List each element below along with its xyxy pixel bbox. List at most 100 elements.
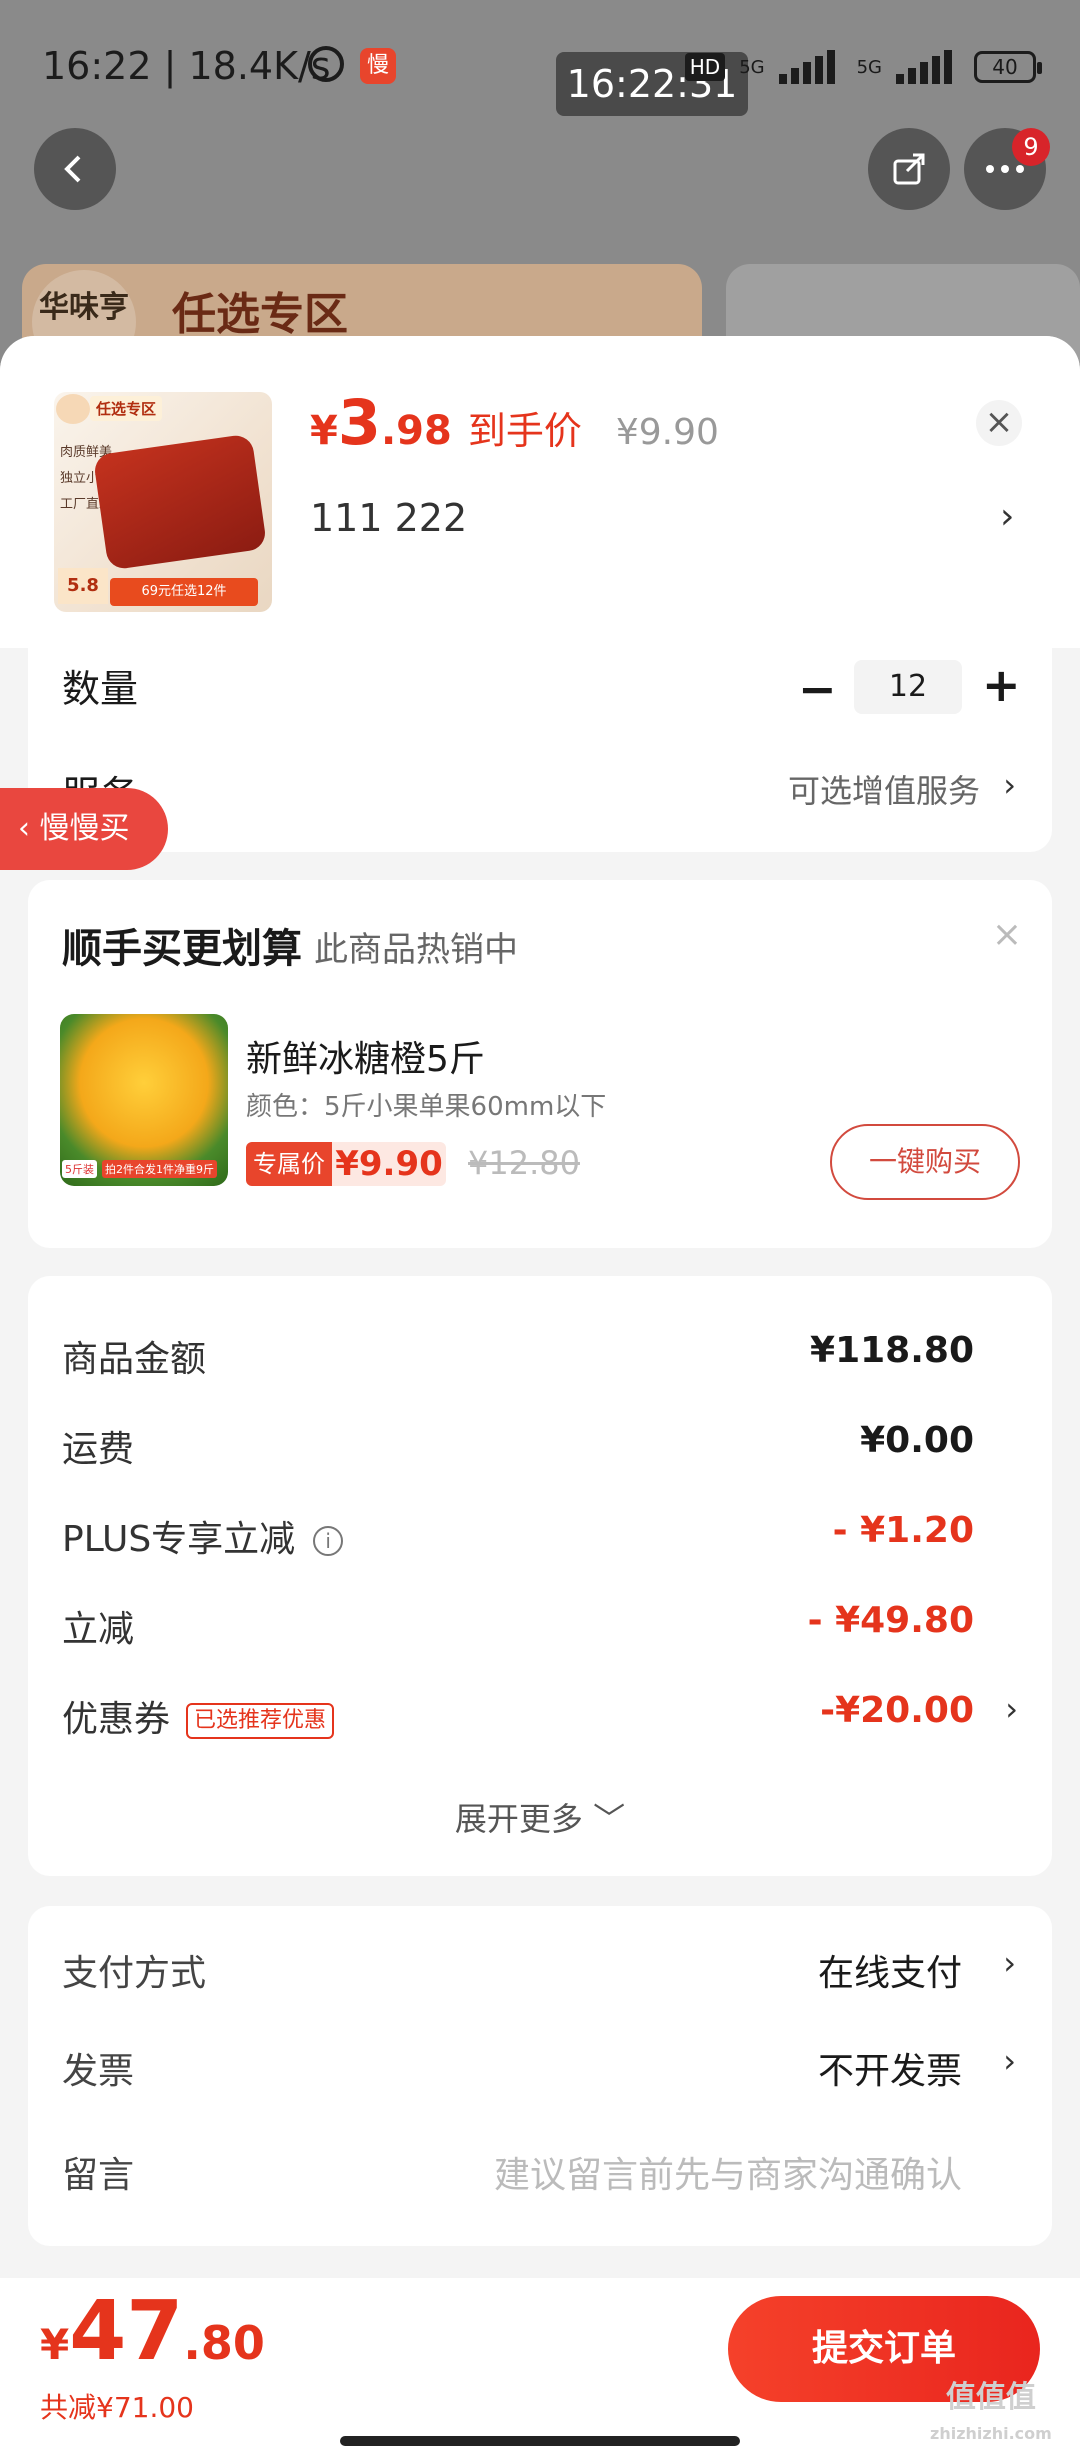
signal-icon [778,50,843,84]
close-icon[interactable]: × [976,400,1022,446]
service-hint[interactable]: 可选增值服务 [788,766,980,812]
banner-title: 任选专区 [172,289,348,340]
quantity-label: 数量 [62,667,139,711]
summary-row: 商品金额 ¥118.80 [62,1330,1018,1390]
summary-value: ¥0.00 [860,1420,974,1461]
coupon-value: -¥20.00 [820,1690,974,1731]
price-decimal: .98 [380,408,452,454]
total-price: ¥ 47 .80 [40,2284,265,2379]
share-icon [893,153,925,185]
total-decimal: .80 [183,2316,265,2370]
plus-icon[interactable]: + [982,658,1021,712]
alarm-icon [308,46,344,82]
payment-method-label: 支付方式 [62,1953,207,1994]
upsell-product-desc: 颜色：5斤小果单果60mm以下 [246,1092,607,1122]
more-badge: 9 [1012,128,1050,166]
coupon-row[interactable]: 优惠券 已选推荐优惠 -¥20.00 › [62,1690,1018,1740]
summary-value: ¥118.80 [810,1330,974,1371]
summary-label: 运费 [62,1429,135,1470]
total-symbol: ¥ [40,2320,70,2369]
one-click-buy-button[interactable]: 一键购买 [830,1124,1020,1200]
upsell-card: 顺手买更划算 此商品热销中 × 5斤装 拍2件合发1件净重9斤 新鲜冰糖橙5斤 … [28,880,1052,1248]
price-line: ¥ 3 .98 到手价 ¥9.90 [310,386,719,459]
coupon-tag: 已选推荐优惠 [186,1703,335,1739]
status-time: 16:22 | 18.4K/s [42,44,331,88]
image-badge: 拍2件合发1件净重9斤 [102,1160,217,1178]
spec-selection[interactable]: 111 222 [310,496,467,540]
summary-label: 立减 [62,1609,135,1650]
upsell-price: ¥9.90 [332,1142,446,1186]
background-page: 16:22 | 18.4K/s 慢 16:22:31 HD 5G 5G 40 9… [0,0,1080,384]
brand-logo-icon [56,394,90,424]
status-icons: HD 5G 5G 40 [684,50,1042,84]
total-saved: 共减¥71.00 [40,2391,194,2424]
upsell-original-price: ¥12.80 [468,1144,580,1182]
thumb-strip: 69元任选12件 [110,578,258,606]
note-input[interactable]: 建议留言前先与商家沟通确认 [494,2146,962,2198]
home-indicator[interactable] [340,2436,740,2446]
note-label: 留言 [62,2155,135,2196]
minus-icon[interactable]: − [798,662,837,716]
price-integer: 3 [337,386,381,459]
close-icon[interactable]: × [992,914,1022,955]
quantity-service-card: 数量 − 12 + 服务 可选增值服务 › [28,648,1052,852]
chevron-right-icon[interactable]: › [1003,766,1016,804]
special-price-tag: 专属价 [246,1142,332,1186]
order-sheet: 任选专区 肉质鲜美 独立小包装 工厂直发 5.8 69元任选12件 ¥ 3 .9… [0,336,1080,2460]
coupon-label-group: 优惠券 已选推荐优惠 [62,1690,335,1742]
thumb-price: 5.8 [58,568,108,604]
status-bar: 16:22 | 18.4K/s 慢 16:22:31 HD 5G 5G 40 [0,0,1080,130]
jerky-image [92,433,268,571]
net-label-1: 5G [739,56,765,78]
product-header: 任选专区 肉质鲜美 独立小包装 工厂直发 5.8 69元任选12件 ¥ 3 .9… [0,336,1080,648]
thumb-tag: 任选专区 [90,396,163,421]
price-symbol: ¥ [310,408,338,454]
back-button[interactable] [34,128,116,210]
chevron-right-icon[interactable]: › [1003,2042,1016,2080]
total-integer: 47 [69,2284,184,2379]
battery-icon: 40 [974,51,1042,83]
price-label: 到手价 [467,409,582,453]
coupon-label: 优惠券 [62,1699,171,1740]
signal-icon-2 [896,50,960,84]
watermark: 值值值 zhizhizhi.com [930,2380,1052,2452]
summary-value: - ¥1.20 [832,1510,974,1551]
back-arrow-icon [64,155,81,183]
summary-value: - ¥49.80 [807,1600,974,1641]
app-notification-icon: 慢 [360,48,396,84]
watermark-url: zhizhizhi.com [930,2424,1052,2443]
upsell-title: 顺手买更划算 [62,926,302,972]
product-thumbnail: 任选专区 肉质鲜美 独立小包装 工厂直发 5.8 69元任选12件 [54,392,272,612]
summary-label-plus: PLUS专享立减 i [62,1510,344,1562]
summary-row: 运费 ¥0.00 [62,1420,1018,1480]
invoice-label: 发票 [62,2051,135,2092]
share-button[interactable] [868,128,950,210]
watermark-text: 值值值 [945,2380,1036,2415]
chevron-left-icon: ‹ [18,811,40,846]
summary-row: PLUS专享立减 i - ¥1.20 [62,1510,1018,1570]
payment-card: 支付方式 在线支付 › 发票 不开发票 › 留言 建议留言前先与商家沟通确认 [28,1906,1052,2246]
info-icon[interactable]: i [313,1526,344,1556]
image-badge: 5斤装 [62,1160,97,1178]
pill-label: 慢慢买 [39,811,130,846]
net-label-2: 5G [856,56,882,78]
payment-method-value[interactable]: 在线支付 [818,1944,962,1996]
hd-icon: HD [684,53,726,81]
invoice-value[interactable]: 不开发票 [818,2042,962,2094]
manmanmai-pill[interactable]: ‹ 慢慢买 [0,788,168,870]
chevron-right-icon[interactable]: › [1005,1690,1018,1728]
upsell-subtitle: 此商品热销中 [314,930,518,970]
plus-label-text: PLUS专享立减 [62,1519,296,1560]
price-summary-card: 商品金额 ¥118.80 运费 ¥0.00 PLUS专享立减 i - ¥1.20 … [28,1276,1052,1876]
upsell-product-name[interactable]: 新鲜冰糖橙5斤 [246,1030,485,1082]
quantity-input[interactable]: 12 [854,660,962,714]
orange-image[interactable]: 5斤装 拍2件合发1件净重9斤 [60,1014,228,1186]
chevron-right-icon[interactable]: › [1000,496,1014,537]
summary-label: 商品金额 [62,1339,207,1380]
chevron-right-icon[interactable]: › [1003,1944,1016,1982]
more-dots-icon [986,165,1024,173]
original-price: ¥9.90 [615,412,719,453]
summary-row: 立减 - ¥49.80 [62,1600,1018,1660]
checkout-bar: ¥ 47 .80 共减¥71.00 提交订单 [0,2278,1080,2460]
expand-more-link[interactable]: 展开更多 ﹀ [28,1794,1052,1840]
